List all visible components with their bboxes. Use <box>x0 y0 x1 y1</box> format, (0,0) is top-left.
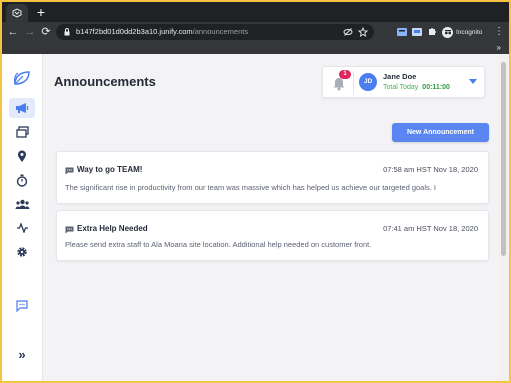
avatar[interactable]: JD <box>359 73 377 91</box>
new-announcement-button[interactable]: New Announcement <box>392 123 489 142</box>
url-host: b147f2bd01d0dd2b3a10.junify.com <box>76 27 193 36</box>
incognito-icon <box>442 26 453 38</box>
user-card[interactable]: 1 JD Jane Doe Total Today 00:11:00 <box>322 66 485 98</box>
leaf-icon <box>14 71 30 85</box>
scrollbar-thumb[interactable] <box>501 62 506 256</box>
more-bookmarks-icon[interactable]: » <box>497 42 501 53</box>
map-pin-icon <box>18 150 26 162</box>
main-content: Announcements 1 JD Jane Doe Total Today 0… <box>43 54 498 381</box>
sidebar-item-timer[interactable] <box>9 170 35 190</box>
chevron-down-icon[interactable] <box>469 79 477 84</box>
announcement-time: 07:41 am HST Nov 18, 2020 <box>383 224 478 233</box>
browser-toolbar: ← → ⟳ b147f2bd01d0dd2b3a10.junify.com/an… <box>2 22 509 42</box>
windows-icon <box>15 126 29 138</box>
total-today-time: 00:11:00 <box>422 84 450 91</box>
menu-icon[interactable]: ⋮ <box>494 25 504 39</box>
sidebar-item-team[interactable] <box>9 194 35 214</box>
eye-off-icon[interactable] <box>343 27 353 37</box>
browser-tab[interactable] <box>6 4 28 22</box>
sidebar-item-chat[interactable] <box>9 296 35 316</box>
scrollbar[interactable] <box>498 54 509 381</box>
announcement-body: Please send extra staff to Ala Moana sit… <box>65 240 372 249</box>
stopwatch-icon <box>16 174 28 187</box>
announcement-title: Extra Help Needed <box>77 224 148 233</box>
incognito-indicator[interactable]: Incognito <box>442 24 482 40</box>
sidebar: » <box>2 54 43 381</box>
back-icon[interactable]: ← <box>6 24 20 40</box>
divider <box>353 71 354 95</box>
page-title: Announcements <box>54 74 156 89</box>
sidebar-item-activity[interactable] <box>9 218 35 238</box>
gear-icon <box>17 247 27 257</box>
favicon-icon <box>12 8 22 18</box>
bookmarks-bar: » <box>2 42 509 54</box>
puzzle-icon[interactable] <box>427 26 437 38</box>
sidebar-item-windows[interactable] <box>9 122 35 142</box>
notification-badge: 1 <box>339 70 351 79</box>
megaphone-icon <box>16 103 29 113</box>
activity-icon <box>16 223 28 233</box>
sidebar-collapse-button[interactable]: » <box>13 348 31 362</box>
total-today-label: Total Today <box>383 84 419 91</box>
sidebar-item-announcements[interactable] <box>9 98 35 118</box>
lock-icon <box>64 28 70 36</box>
announcement-body: The significant rise in productivity fro… <box>65 183 437 192</box>
browser-window: + ← → ⟳ b147f2bd01d0dd2b3a10.junify.com/… <box>2 2 509 381</box>
reload-icon[interactable]: ⟳ <box>39 24 53 40</box>
url-path: /announcements <box>192 27 249 36</box>
sidebar-logo[interactable] <box>9 68 35 88</box>
message-icon <box>65 167 74 175</box>
extension-icon[interactable] <box>412 26 422 38</box>
sidebar-item-settings[interactable] <box>9 242 35 262</box>
announcement-card[interactable]: Extra Help Needed 07:41 am HST Nov 18, 2… <box>56 210 489 261</box>
url-text: b147f2bd01d0dd2b3a10.junify.com/announce… <box>76 26 248 38</box>
incognito-label: Incognito <box>456 28 483 36</box>
app-root: » Announcements 1 JD Jane Doe Total Toda… <box>2 54 509 381</box>
star-icon[interactable] <box>358 27 368 37</box>
new-tab-icon[interactable]: + <box>34 4 48 20</box>
announcement-card[interactable]: Way to go TEAM! 07:58 am HST Nov 18, 202… <box>56 151 489 204</box>
user-name: Jane Doe <box>383 72 417 81</box>
total-today: Total Today 00:11:00 <box>383 84 450 91</box>
sidebar-item-locations[interactable] <box>9 146 35 166</box>
address-bar[interactable]: b147f2bd01d0dd2b3a10.junify.com/announce… <box>56 24 374 40</box>
tab-strip: + <box>2 2 509 22</box>
message-icon <box>65 226 74 234</box>
forward-icon[interactable]: → <box>23 24 37 40</box>
users-icon <box>15 199 29 209</box>
announcement-title: Way to go TEAM! <box>77 165 143 174</box>
extension-icon[interactable] <box>397 26 407 38</box>
chat-icon <box>16 300 28 312</box>
announcement-time: 07:58 am HST Nov 18, 2020 <box>383 165 478 174</box>
